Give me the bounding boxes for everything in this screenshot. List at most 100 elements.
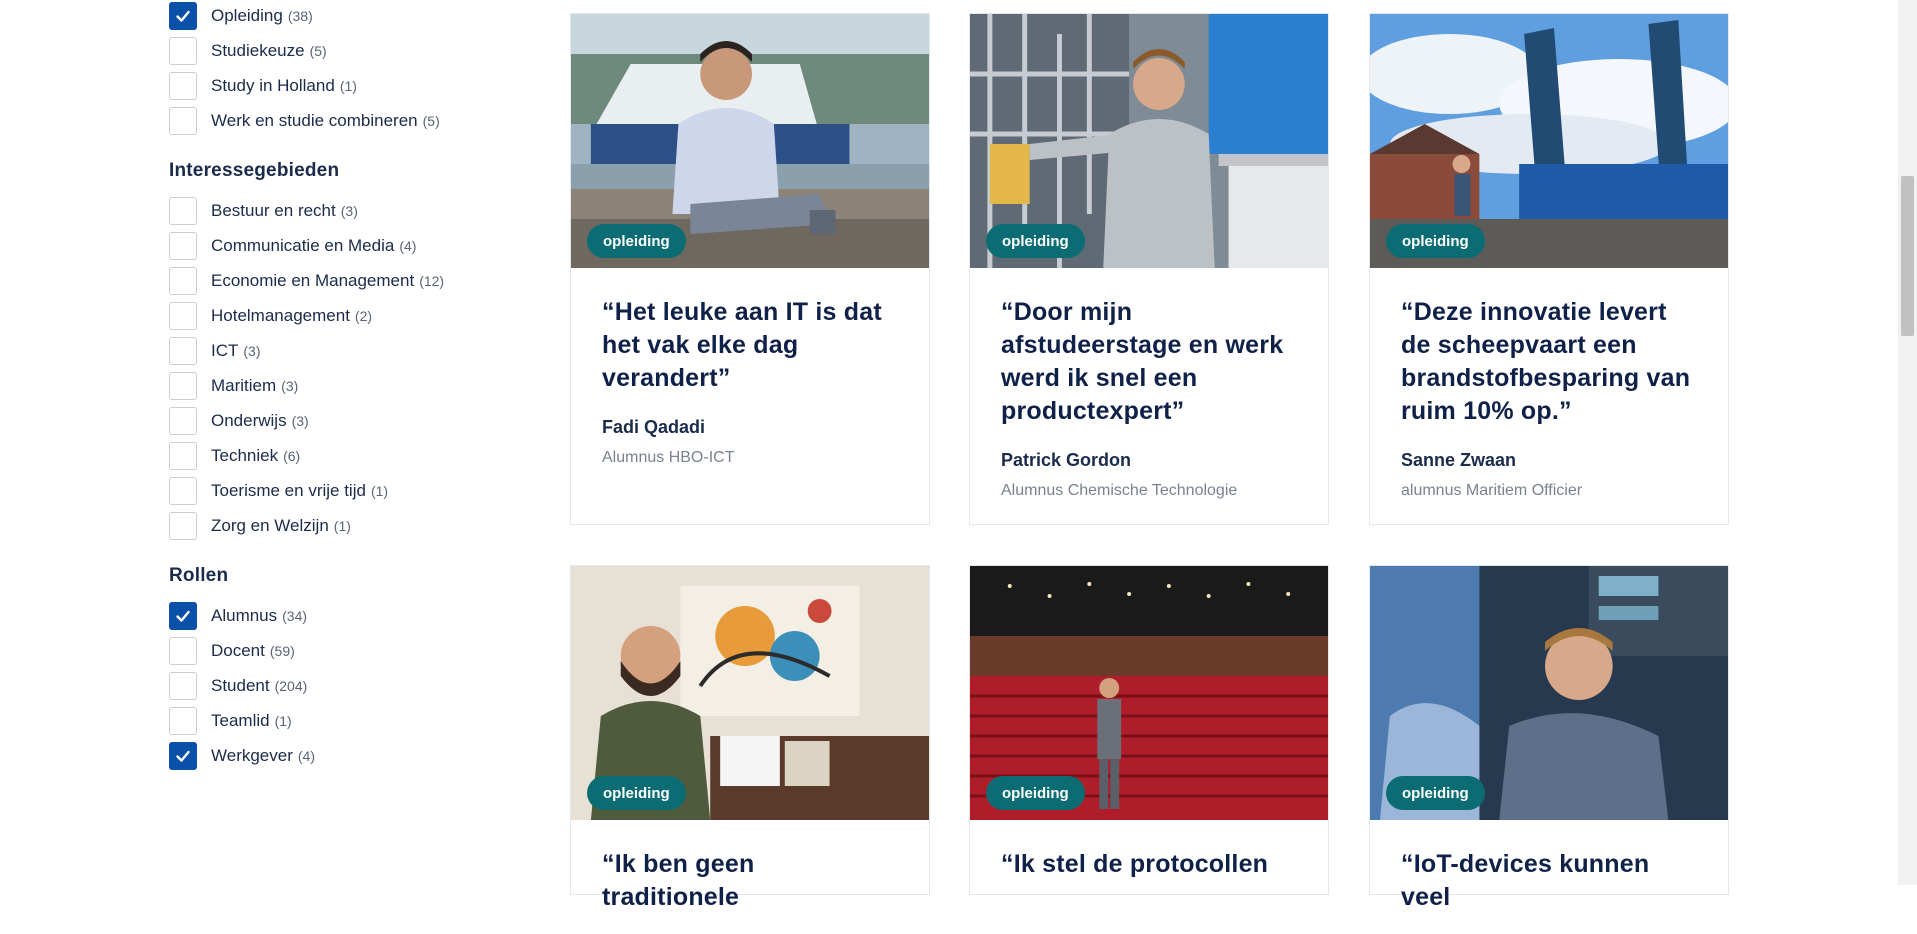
filter-checkbox[interactable] [169,672,197,700]
card-quote[interactable]: “Ik ben geen traditionele [602,848,898,914]
filter-count: (2) [354,308,373,324]
filter-count: (5) [309,43,327,59]
man-in-theater-photo[interactable]: opleiding [970,566,1328,820]
filter-checkbox[interactable] [169,512,197,540]
filter-option-interest[interactable]: Maritiem (3) [169,370,298,402]
story-card[interactable]: opleiding “IoT-devices kunnen veel [1369,565,1729,911]
filter-option-interest[interactable]: Communicatie en Media (4) [169,230,416,262]
filter-option-role[interactable]: Alumnus (34) [169,600,307,632]
filter-option-category[interactable]: Opleiding (38) [169,0,313,32]
filter-option-interest[interactable]: Toerisme en vrije tijd (1) [169,475,388,507]
filter-count: (59) [269,643,295,659]
card-person-role: Alumnus Chemische Technologie [1001,482,1238,499]
filter-option-category[interactable]: Study in Holland (1) [169,70,357,102]
story-card[interactable]: opleiding “Ik stel de protocollen [969,565,1329,895]
filter-checkbox[interactable] [169,707,197,735]
filter-label[interactable]: ICT [211,341,238,361]
filter-count: (4) [297,748,316,764]
filter-checkbox[interactable] [169,232,197,260]
story-card[interactable]: opleiding “Het leuke aan IT is dat het va… [570,13,930,525]
filter-label[interactable]: Economie en Management [211,271,414,291]
card-quote[interactable]: “IoT-devices kunnen veel [1401,848,1697,914]
interest-group-title: Interessegebieden [169,160,340,181]
filter-label[interactable]: Studiekeuze [211,41,305,61]
filter-option-interest[interactable]: Techniek (6) [169,440,300,472]
category-badge: opleiding [986,776,1085,810]
filter-checkbox[interactable] [169,302,197,330]
man-on-dock-photo[interactable]: opleiding [571,14,929,268]
filter-label[interactable]: Opleiding [211,6,283,26]
filter-checkbox[interactable] [169,107,197,135]
filter-label[interactable]: Bestuur en recht [211,201,336,221]
filter-label[interactable]: Alumnus [211,606,277,626]
filter-checkbox[interactable] [169,477,197,505]
filter-checkbox[interactable] [169,602,197,630]
filter-checkbox[interactable] [169,372,197,400]
filter-option-interest[interactable]: Bestuur en recht (3) [169,195,358,227]
filter-label[interactable]: Maritiem [211,376,276,396]
scrollbar-thumb[interactable] [1901,176,1914,336]
filter-option-category[interactable]: Studiekeuze (5) [169,35,327,67]
filter-label[interactable]: Zorg en Welzijn [211,516,329,536]
man-at-computer-photo[interactable]: opleiding [1370,566,1728,820]
story-card[interactable]: opleiding “Deze innovatie levert de schee… [1369,13,1729,525]
category-badge: opleiding [1386,776,1485,810]
filter-label[interactable]: Communicatie en Media [211,236,394,256]
filter-option-role[interactable]: Student (204) [169,670,307,702]
roles-group-title: Rollen [169,565,229,586]
card-person-name: Sanne Zwaan [1401,450,1517,470]
card-quote[interactable]: “Door mijn afstudeerstage en werk werd i… [1001,296,1297,428]
filter-label[interactable]: Hotelmanagement [211,306,350,326]
story-card[interactable]: opleiding “Door mijn afstudeerstage en we… [969,13,1329,525]
filter-label[interactable]: Werk en studie combineren [211,111,418,131]
filter-count: (1) [274,713,292,729]
filter-label[interactable]: Toerisme en vrije tijd [211,481,366,501]
category-badge: opleiding [1386,224,1485,258]
filter-checkbox[interactable] [169,72,197,100]
page-scrollbar[interactable] [1898,0,1917,885]
filter-option-interest[interactable]: ICT (3) [169,335,261,367]
filter-option-category[interactable]: Werk en studie combineren (5) [169,105,440,137]
filter-option-role[interactable]: Teamlid (1) [169,705,292,737]
filter-label[interactable]: Teamlid [211,711,270,731]
filter-checkbox[interactable] [169,37,197,65]
filter-count: (204) [274,678,308,694]
checkmark-icon [176,750,190,762]
filter-label[interactable]: Student [211,676,270,696]
filter-label[interactable]: Onderwijs [211,411,287,431]
filter-checkbox[interactable] [169,2,197,30]
filter-checkbox[interactable] [169,407,197,435]
filter-option-role[interactable]: Werkgever (4) [169,740,315,772]
story-card[interactable]: opleiding “Ik ben geen traditionele [570,565,930,911]
filter-count: (3) [291,413,309,429]
filter-checkbox[interactable] [169,197,197,225]
filter-label[interactable]: Study in Holland [211,76,335,96]
filter-option-interest[interactable]: Zorg en Welzijn (1) [169,510,351,542]
filter-checkbox[interactable] [169,742,197,770]
filter-checkbox[interactable] [169,442,197,470]
filter-count: (1) [339,78,357,94]
filter-label[interactable]: Docent [211,641,265,661]
card-quote[interactable]: “Deze innovatie levert de scheepvaart ee… [1401,296,1697,428]
filter-label[interactable]: Techniek [211,446,278,466]
filter-option-interest[interactable]: Onderwijs (3) [169,405,309,437]
filter-label[interactable]: Werkgever [211,746,293,766]
filter-count: (12) [419,273,445,289]
filter-count: (1) [370,483,389,499]
card-person-name: Fadi Qadadi [602,417,706,437]
checkmark-icon [176,10,190,22]
filter-count: (3) [340,203,358,219]
filter-checkbox[interactable] [169,337,197,365]
filter-option-role[interactable]: Docent (59) [169,635,295,667]
card-quote[interactable]: “Het leuke aan IT is dat het vak elke da… [602,296,898,395]
card-person-role: Alumnus HBO-ICT [602,449,735,466]
filter-option-interest[interactable]: Economie en Management (12) [169,265,444,297]
econowind-container-photo[interactable]: opleiding [1370,14,1728,268]
filter-checkbox[interactable] [169,267,197,295]
card-quote[interactable]: “Ik stel de protocollen [1001,848,1297,881]
man-with-painting-photo[interactable]: opleiding [571,566,929,820]
filter-checkbox[interactable] [169,637,197,665]
filter-count: (4) [399,238,417,254]
filter-option-interest[interactable]: Hotelmanagement (2) [169,300,372,332]
man-in-lab-photo[interactable]: opleiding [970,14,1328,268]
